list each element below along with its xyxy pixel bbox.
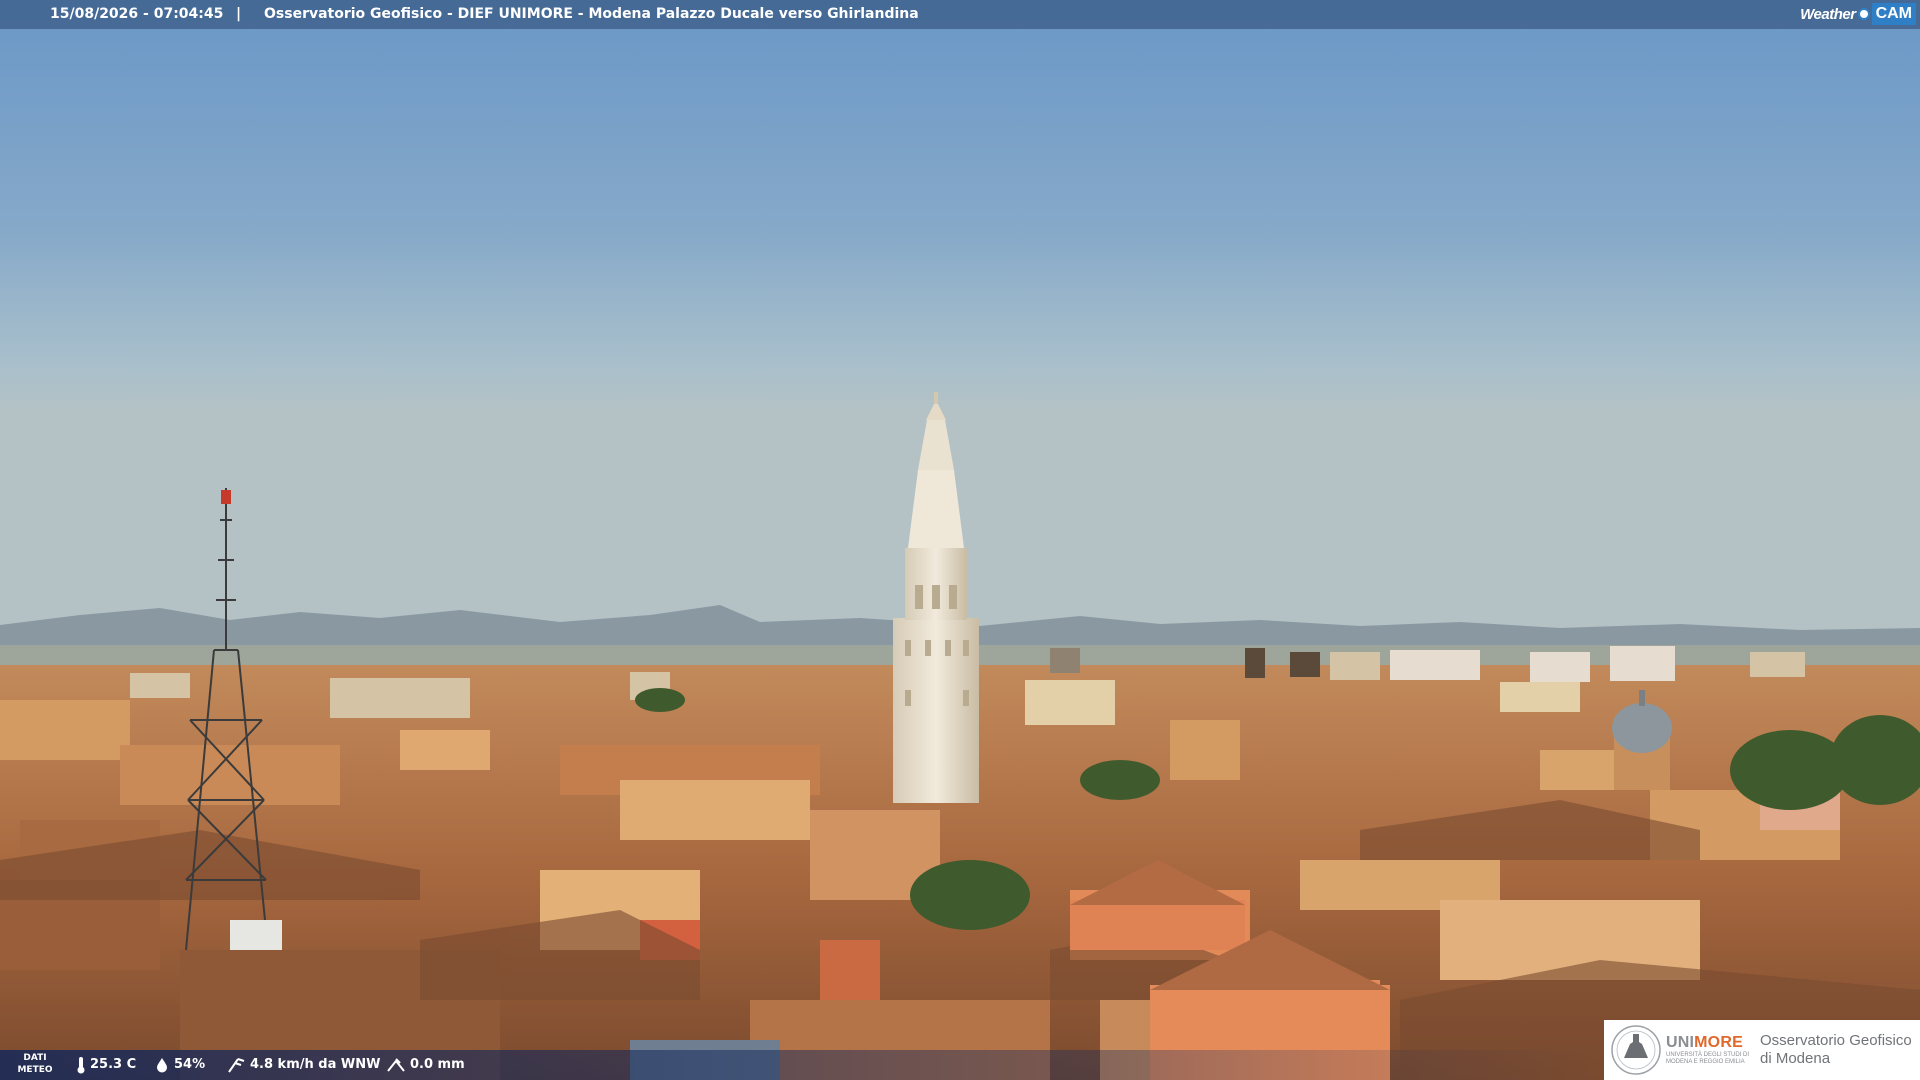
wind-value: 4.8 km/h da WNW bbox=[250, 1057, 381, 1072]
unimore-subtitle-line1: Università degli studi di bbox=[1666, 1052, 1750, 1058]
wind-readout: 4.8 km/h da WNW bbox=[226, 1050, 380, 1080]
antenna-cabinet bbox=[230, 920, 282, 950]
observatory-name-line2: di Modena bbox=[1760, 1050, 1831, 1067]
observatory-name: Osservatorio Geofisico di Modena bbox=[1760, 1032, 1912, 1068]
camera-caption: Osservatorio Geofisico - DIEF UNIMORE - … bbox=[264, 6, 919, 22]
caption-separator: | bbox=[236, 6, 242, 22]
thermometer-icon bbox=[77, 1057, 85, 1074]
wind-icon bbox=[228, 1058, 245, 1073]
meteo-label-line1: DATI bbox=[23, 1053, 47, 1063]
unimore-logo-box: UNIMORE Università degli studi di Modena… bbox=[1604, 1020, 1920, 1080]
meteo-label: DATI METEO bbox=[10, 1052, 60, 1076]
unimore-subtitle-line2: Modena e Reggio Emilia bbox=[1666, 1059, 1745, 1065]
unimore-suffix: MORE bbox=[1694, 1034, 1743, 1051]
weather-data-strip: DATI METEO 25.3 C 54% 4.8 km/h da WNW 0.… bbox=[0, 1050, 1600, 1080]
unimore-name: UNIMORE bbox=[1666, 1034, 1750, 1052]
temperature-readout: 25.3 C bbox=[76, 1050, 136, 1080]
temperature-value: 25.3 C bbox=[90, 1057, 137, 1072]
university-seal-icon bbox=[1611, 1025, 1661, 1075]
caption-bar: 15/08/2026 - 07:04:45 | Osservatorio Geo… bbox=[0, 0, 1920, 29]
antenna-beacon bbox=[221, 490, 231, 504]
camera-lens-icon bbox=[1857, 8, 1870, 20]
observatory-name-line1: Osservatorio Geofisico bbox=[1760, 1032, 1912, 1049]
humidity-readout: 54% bbox=[154, 1050, 205, 1080]
weathercam-logo-weather: Weather bbox=[1800, 5, 1856, 23]
weathercam-logo: Weather CAM bbox=[1800, 3, 1916, 25]
rain-readout: 0.0 mm bbox=[386, 1050, 465, 1080]
meteo-label-line2: METEO bbox=[17, 1065, 53, 1075]
unimore-wordmark: UNIMORE Università degli studi di Modena… bbox=[1666, 1034, 1750, 1066]
humidity-value: 54% bbox=[174, 1057, 206, 1072]
rain-value: 0.0 mm bbox=[410, 1057, 465, 1072]
humidity-drop-icon bbox=[157, 1058, 167, 1073]
rain-gauge-icon bbox=[387, 1058, 405, 1072]
webcam-frame: 15/08/2026 - 07:04:45 | Osservatorio Geo… bbox=[0, 0, 1920, 1080]
timestamp: 15/08/2026 - 07:04:45 bbox=[50, 6, 224, 22]
weathercam-logo-cam: CAM bbox=[1871, 3, 1916, 25]
unimore-prefix: UNI bbox=[1666, 1034, 1695, 1051]
city-panorama-image bbox=[0, 0, 1920, 1080]
